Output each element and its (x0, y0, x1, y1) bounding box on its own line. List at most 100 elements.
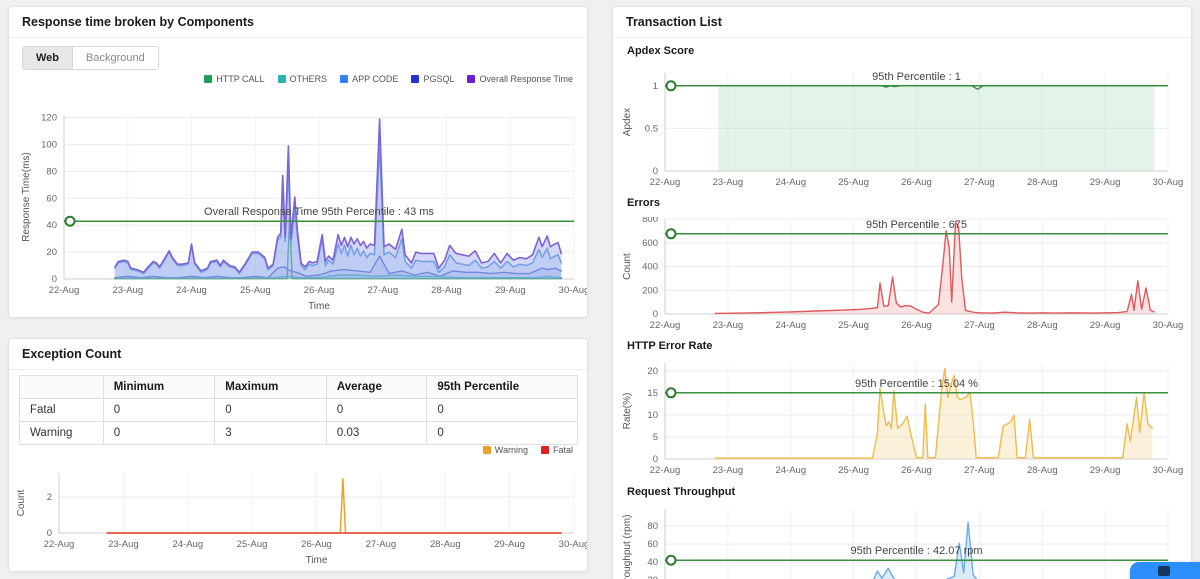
svg-text:30-Aug: 30-Aug (1153, 177, 1184, 188)
svg-text:25-Aug: 25-Aug (240, 285, 271, 296)
svg-text:80: 80 (46, 167, 57, 178)
apdex-score-title: Apdex Score (627, 45, 694, 57)
exception-count-chart[interactable]: 22-Aug23-Aug24-Aug25-Aug26-Aug27-Aug28-A… (9, 467, 587, 567)
percentile-label: 95th Percentile : 1 (872, 71, 961, 83)
svg-text:2: 2 (47, 492, 52, 503)
svg-text:23-Aug: 23-Aug (108, 539, 139, 550)
svg-text:24-Aug: 24-Aug (172, 539, 203, 550)
axes: 22-Aug23-Aug24-Aug25-Aug26-Aug27-Aug28-A… (16, 473, 587, 566)
http-error-rate-chart[interactable]: 22-Aug23-Aug24-Aug25-Aug26-Aug27-Aug28-A… (613, 359, 1191, 479)
series-line-warning (107, 479, 561, 533)
table-cell: 0.03 (326, 422, 426, 445)
svg-text:5: 5 (653, 432, 658, 443)
apdex-score-chart[interactable]: 22-Aug23-Aug24-Aug25-Aug26-Aug27-Aug28-A… (613, 63, 1191, 197)
tab-web[interactable]: Web (23, 47, 72, 69)
table-cell: 0 (103, 399, 215, 422)
svg-text:Count: Count (622, 253, 633, 280)
svg-text:20: 20 (647, 575, 658, 579)
svg-text:26-Aug: 26-Aug (301, 539, 332, 550)
legend-item[interactable]: Overall Response Time (467, 74, 573, 84)
table-cell: 0 (215, 399, 327, 422)
svg-text:Response Time(ms): Response Time(ms) (21, 152, 32, 241)
svg-text:27-Aug: 27-Aug (367, 285, 398, 296)
legend-swatch-icon (204, 75, 212, 83)
chart-svg: 22-Aug23-Aug24-Aug25-Aug26-Aug27-Aug28-A… (9, 103, 587, 317)
table-header-cell: 95th Percentile (427, 376, 578, 399)
errors-chart[interactable]: 22-Aug23-Aug24-Aug25-Aug26-Aug27-Aug28-A… (613, 217, 1191, 337)
legend-item[interactable]: APP CODE (340, 74, 398, 84)
percentile-label: 95th Percentile : 675 (866, 219, 967, 231)
svg-text:28-Aug: 28-Aug (1027, 177, 1058, 188)
request-throughput-chart[interactable]: 22-Aug23-Aug24-Aug25-Aug26-Aug27-Aug28-A… (613, 505, 1191, 579)
svg-text:29-Aug: 29-Aug (1090, 465, 1121, 476)
legend-swatch-icon (541, 446, 549, 454)
percentile-label: Overall Response Time 95th Percentile : … (204, 206, 434, 218)
legend-swatch-icon (340, 75, 348, 83)
transaction-list-panel-title: Transaction List (613, 7, 1191, 38)
percentile-label: 95th Percentile : 15.04 % (855, 378, 978, 390)
svg-text:20: 20 (647, 366, 658, 377)
table-header-cell: Minimum (103, 376, 215, 399)
legend-item[interactable]: Fatal (541, 445, 573, 455)
legend-label: Fatal (553, 445, 573, 455)
series-fill-errors (715, 222, 1154, 314)
svg-text:29-Aug: 29-Aug (495, 285, 526, 296)
table-cell: 0 (427, 399, 578, 422)
svg-text:25-Aug: 25-Aug (237, 539, 268, 550)
legend-item[interactable]: PGSQL (411, 74, 454, 84)
legend-label: Warning (495, 445, 528, 455)
svg-text:0: 0 (47, 528, 52, 539)
table-cell: 0 (103, 422, 215, 445)
svg-text:22-Aug: 22-Aug (650, 320, 681, 331)
svg-text:40: 40 (46, 220, 57, 231)
legend-label: PGSQL (423, 74, 454, 84)
legend-label: APP CODE (352, 74, 398, 84)
svg-text:22-Aug: 22-Aug (44, 539, 75, 550)
svg-text:22-Aug: 22-Aug (650, 465, 681, 476)
svg-text:30-Aug: 30-Aug (559, 539, 587, 550)
tab-background[interactable]: Background (72, 47, 158, 69)
table-cell: Fatal (20, 399, 104, 422)
svg-text:29-Aug: 29-Aug (1090, 320, 1121, 331)
svg-text:40: 40 (647, 557, 658, 568)
svg-text:22-Aug: 22-Aug (49, 285, 80, 296)
svg-text:23-Aug: 23-Aug (713, 177, 744, 188)
chart-svg: 22-Aug23-Aug24-Aug25-Aug26-Aug27-Aug28-A… (613, 505, 1191, 579)
legend-swatch-icon (483, 446, 491, 454)
chart-svg: 22-Aug23-Aug24-Aug25-Aug26-Aug27-Aug28-A… (613, 359, 1191, 479)
svg-text:Time: Time (306, 555, 328, 566)
svg-text:29-Aug: 29-Aug (1090, 177, 1121, 188)
legend-item[interactable]: OTHERS (278, 74, 328, 84)
table-header-cell: Maximum (215, 376, 327, 399)
svg-text:26-Aug: 26-Aug (901, 465, 932, 476)
svg-text:28-Aug: 28-Aug (1027, 320, 1058, 331)
legend-label: OTHERS (290, 74, 328, 84)
svg-text:100: 100 (41, 140, 57, 151)
svg-text:25-Aug: 25-Aug (838, 320, 869, 331)
svg-text:23-Aug: 23-Aug (112, 285, 143, 296)
svg-text:80: 80 (647, 521, 658, 532)
svg-text:30-Aug: 30-Aug (1153, 465, 1184, 476)
table-row: Fatal0000 (20, 399, 578, 422)
chat-widget-button[interactable] (1130, 562, 1200, 579)
svg-text:15: 15 (647, 388, 658, 399)
transaction-list-panel: Transaction List Apdex Score 22-Aug23-Au… (612, 6, 1192, 579)
svg-text:800: 800 (642, 217, 658, 225)
apm-dashboard: Response time broken by Components WebBa… (0, 0, 1200, 579)
legend-label: Overall Response Time (479, 74, 573, 84)
legend-item[interactable]: HTTP CALL (204, 74, 264, 84)
svg-text:28-Aug: 28-Aug (1027, 465, 1058, 476)
svg-text:27-Aug: 27-Aug (964, 177, 995, 188)
response-time-chart[interactable]: 22-Aug23-Aug24-Aug25-Aug26-Aug27-Aug28-A… (9, 103, 587, 317)
svg-text:24-Aug: 24-Aug (775, 465, 806, 476)
svg-text:27-Aug: 27-Aug (964, 320, 995, 331)
exception-count-panel-title: Exception Count (9, 339, 587, 370)
svg-text:1: 1 (653, 81, 658, 92)
svg-text:0: 0 (653, 454, 658, 465)
chart-svg: 22-Aug23-Aug24-Aug25-Aug26-Aug27-Aug28-A… (613, 63, 1191, 197)
http-error-rate-title: HTTP Error Rate (627, 340, 712, 352)
legend-swatch-icon (467, 75, 475, 83)
svg-text:0.5: 0.5 (645, 123, 658, 134)
svg-text:30-Aug: 30-Aug (559, 285, 587, 296)
legend-item[interactable]: Warning (483, 445, 528, 455)
